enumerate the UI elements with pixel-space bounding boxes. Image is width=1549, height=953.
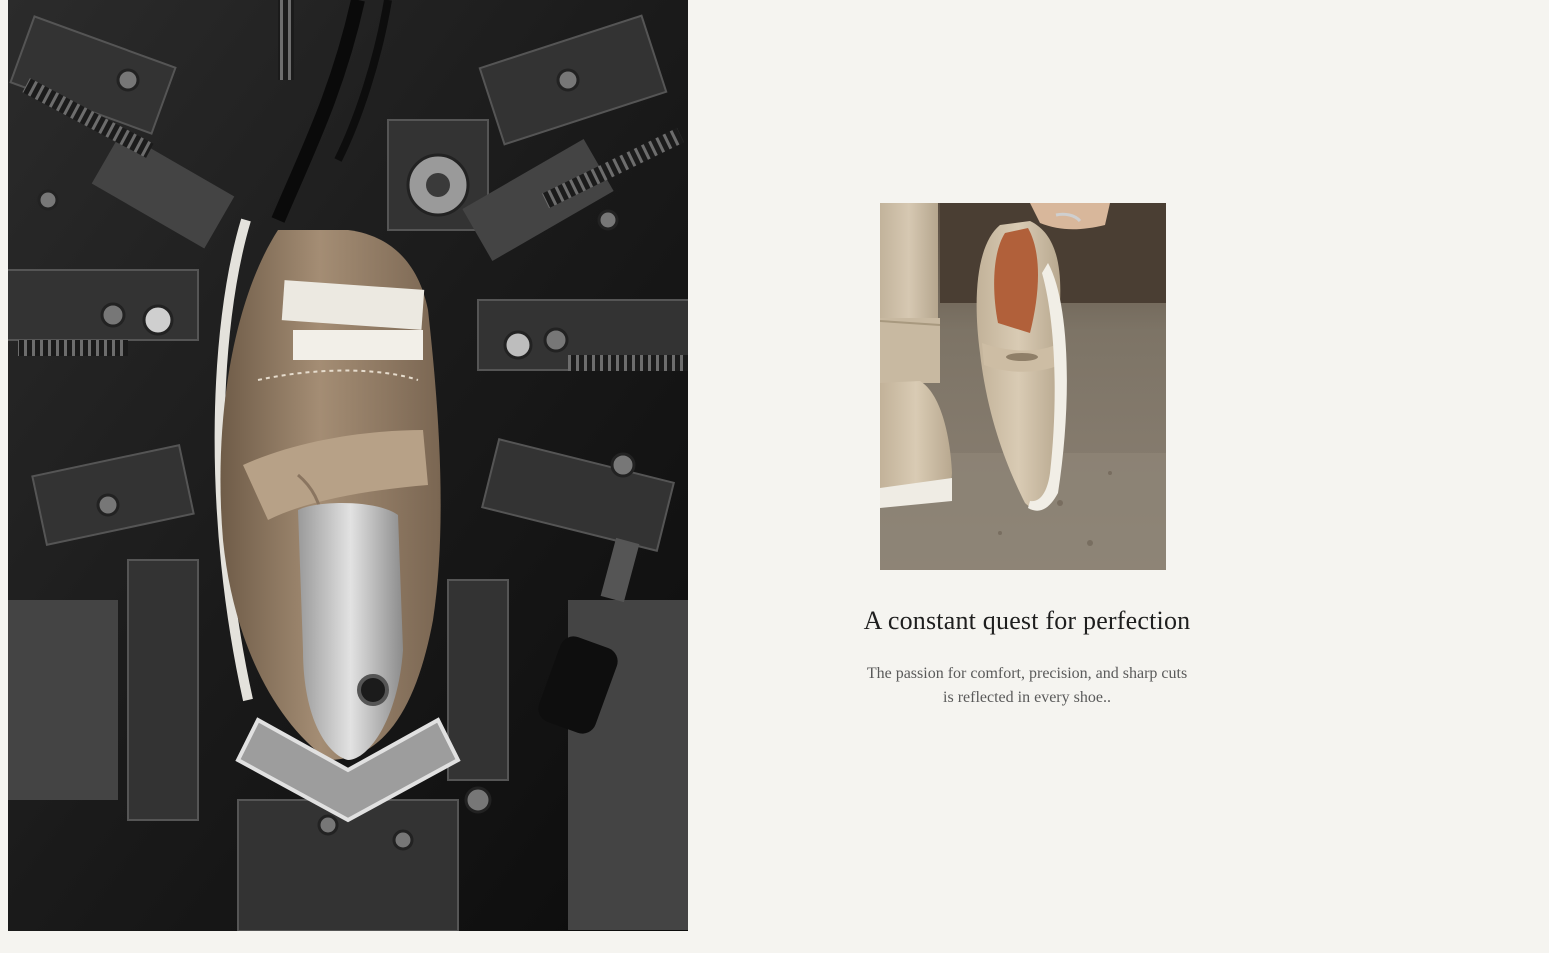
hero-machinery-image	[8, 0, 688, 931]
page: A constant quest for perfection The pass…	[0, 0, 1549, 953]
section-headline: A constant quest for perfection	[863, 606, 1191, 635]
product-loafer-image	[880, 203, 1166, 570]
section-body-text: The passion for comfort, precision, and …	[866, 665, 1188, 706]
